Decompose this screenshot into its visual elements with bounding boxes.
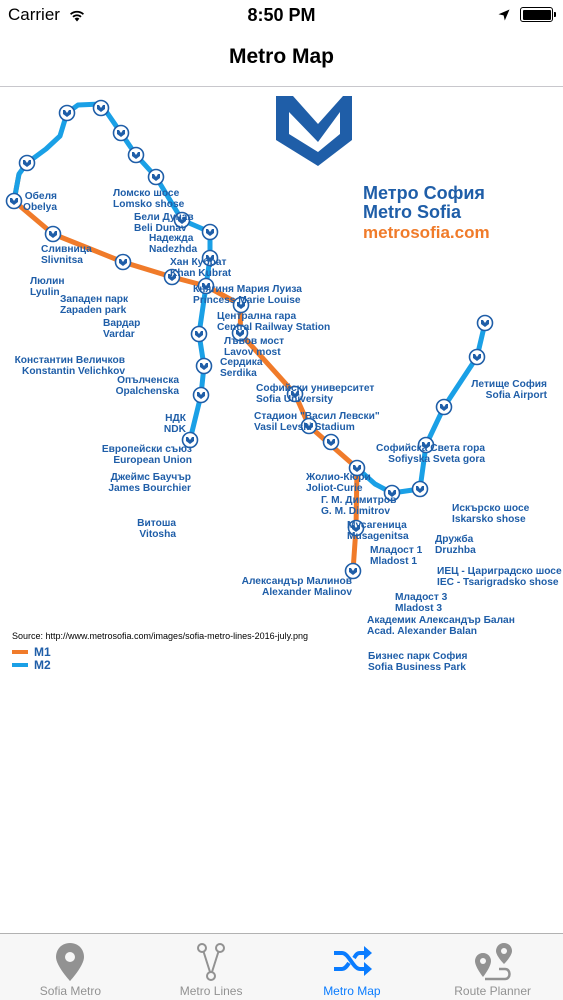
station-lavov-most[interactable]: Лъвов мост Lavov most bbox=[224, 336, 284, 358]
location-arrow-icon bbox=[498, 9, 510, 20]
station-ndk[interactable]: НДК NDK bbox=[120, 413, 186, 435]
station-vitosha[interactable]: Витоша Vitosha bbox=[120, 518, 176, 540]
tab-sofia-metro-label: Sofia Metro bbox=[39, 984, 102, 998]
tab-metro-map-label: Metro Map bbox=[323, 984, 381, 998]
metro-map[interactable]: Метро София Metro Sofia metrosofia.com О… bbox=[0, 88, 563, 672]
tab-route-planner-label: Route Planner bbox=[454, 984, 531, 998]
status-time: 8:50 PM bbox=[247, 5, 316, 25]
status-bar: Carrier 8:50 PM bbox=[0, 0, 563, 32]
battery-icon bbox=[520, 7, 556, 22]
logo-title-bg: Метро София bbox=[363, 183, 485, 203]
tab-sofia-metro[interactable]: Sofia Metro bbox=[0, 934, 141, 1000]
logo-website: metrosofia.com bbox=[363, 223, 490, 242]
legend-m2-swatch bbox=[12, 663, 28, 667]
station-princess-marie-louise[interactable]: Княгиня Мария Луиза Princess Marie Louise bbox=[193, 284, 302, 306]
station-sofia-university[interactable]: Софийски университет Sofia University bbox=[256, 383, 374, 405]
station-druzhba[interactable]: Дружба Druzhba bbox=[435, 534, 476, 556]
station-joliot-curie[interactable]: Жолио-Кюри Joliot-Curie bbox=[306, 472, 371, 494]
station-central-railway[interactable]: Централна гара Central Railway Station bbox=[217, 311, 330, 333]
station-obelya[interactable]: Обеля Obelya bbox=[0, 191, 57, 213]
tab-metro-lines[interactable]: Metro Lines bbox=[141, 934, 282, 1000]
navigation-bar: Metro Map bbox=[0, 32, 563, 87]
station-zapaden-park[interactable]: Западен парк Zapaden park bbox=[60, 294, 128, 316]
map-source-caption: Source: http://www.metrosofia.com/images… bbox=[12, 631, 308, 641]
station-european-union[interactable]: Европейски съюз European Union bbox=[80, 444, 192, 466]
station-james-bourchier[interactable]: Джеймс Баучър James Bourchier bbox=[80, 472, 191, 494]
station-iec-tsarigradsko[interactable]: ИЕЦ - Цариградско шосе IEC - Tsarigradsko… bbox=[437, 566, 562, 588]
station-mladost-3[interactable]: Младост 3 Mladost 3 bbox=[395, 592, 447, 614]
station-gm-dimitrov[interactable]: Г. М. Димитров G. M. Dimitrov bbox=[321, 495, 396, 517]
logo-title-en: Metro Sofia bbox=[363, 202, 462, 222]
tab-route-planner[interactable]: Route Planner bbox=[422, 934, 563, 1000]
station-khan-kubrat[interactable]: Хан Кубрат Khan Kubrat bbox=[170, 257, 231, 279]
station-konstantin-velichkov[interactable]: Константин Величков Konstantin Velichkov bbox=[0, 355, 125, 377]
station-musagenitsa[interactable]: Мусагеница Musagenitsa bbox=[347, 520, 409, 542]
legend-m1-swatch bbox=[12, 650, 28, 654]
branch-icon bbox=[197, 943, 226, 981]
station-vasil-levski[interactable]: Стадион "Васил Левски" Vasil Levski Stadi… bbox=[254, 411, 380, 433]
map-pin-icon bbox=[56, 943, 85, 981]
station-beli-dunav[interactable]: Бели Дунав Beli Dunav bbox=[134, 212, 194, 234]
status-right bbox=[498, 7, 556, 22]
station-serdika[interactable]: Сердика Serdika bbox=[220, 357, 263, 379]
station-nadezhda[interactable]: Надежда Nadezhda bbox=[149, 233, 197, 255]
station-sofia-business-park[interactable]: Бизнес парк София Sofia Business Park bbox=[368, 651, 468, 673]
metro-logo-icon bbox=[276, 96, 352, 166]
station-iskarsko-shose[interactable]: Искърско шосе Iskarsko shose bbox=[452, 503, 529, 525]
station-sofiyska-sveta-gora[interactable]: Софийска Света гора Sofiyska Sveta gora bbox=[330, 443, 485, 465]
station-opalchenska[interactable]: Опълченска Opalchenska bbox=[100, 375, 179, 397]
legend-m1: M1 bbox=[12, 645, 51, 659]
route-icon bbox=[474, 943, 512, 981]
legend-m1-label: M1 bbox=[34, 645, 51, 659]
shuffle-icon bbox=[333, 946, 372, 976]
logo-title: Метро София Metro Sofia bbox=[363, 184, 485, 222]
station-vardar[interactable]: Вардар Vardar bbox=[103, 318, 140, 340]
station-acad-alexander-balan[interactable]: Академик Александър Балан Acad. Alexander… bbox=[367, 615, 515, 637]
legend-m2: M2 bbox=[12, 658, 51, 672]
legend-m2-label: M2 bbox=[34, 658, 51, 672]
tab-metro-map[interactable]: Metro Map bbox=[282, 934, 423, 1000]
station-slivnitsa[interactable]: Сливница Slivnitsa bbox=[41, 244, 92, 266]
page-title: Metro Map bbox=[229, 45, 334, 68]
tab-metro-lines-label: Metro Lines bbox=[179, 984, 243, 998]
station-alexander-malinov[interactable]: Александър Малинов Alexander Malinov bbox=[200, 576, 352, 598]
station-lomsko-shose[interactable]: Ломско шосе Lomsko shose bbox=[113, 188, 184, 210]
station-sofia-airport[interactable]: Летище София Sofia Airport bbox=[400, 379, 547, 401]
station-mladost-1[interactable]: Младост 1 Mladost 1 bbox=[370, 545, 422, 567]
tab-bar: Sofia Metro Metro Lines Metro Map Route … bbox=[0, 933, 563, 1000]
